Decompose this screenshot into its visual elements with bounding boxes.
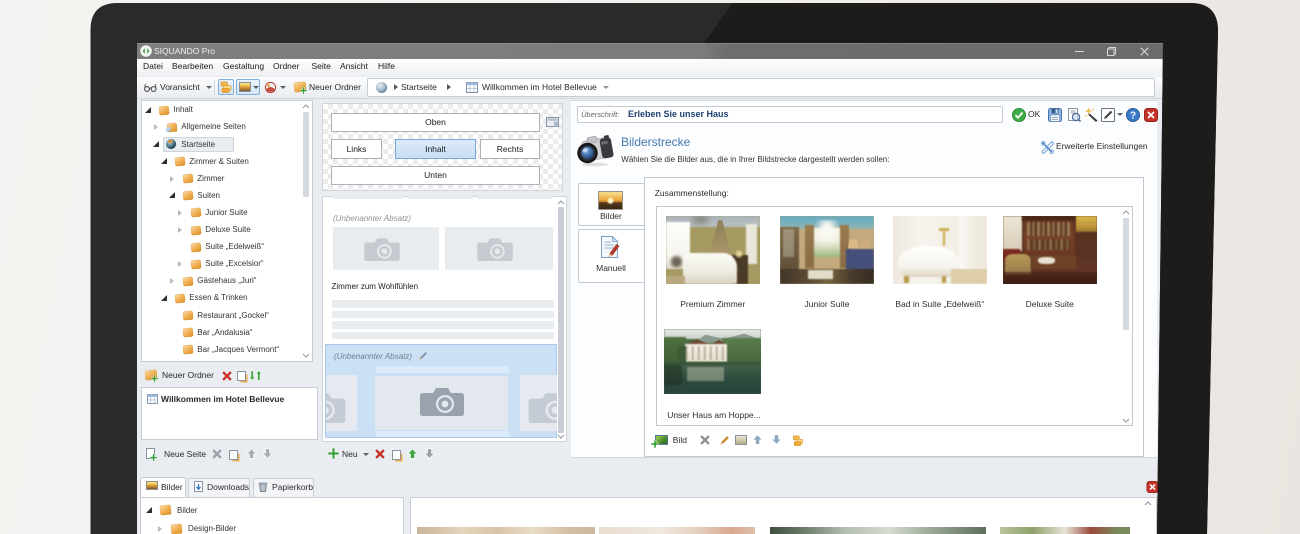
svg-text:?: ?	[1130, 110, 1136, 121]
